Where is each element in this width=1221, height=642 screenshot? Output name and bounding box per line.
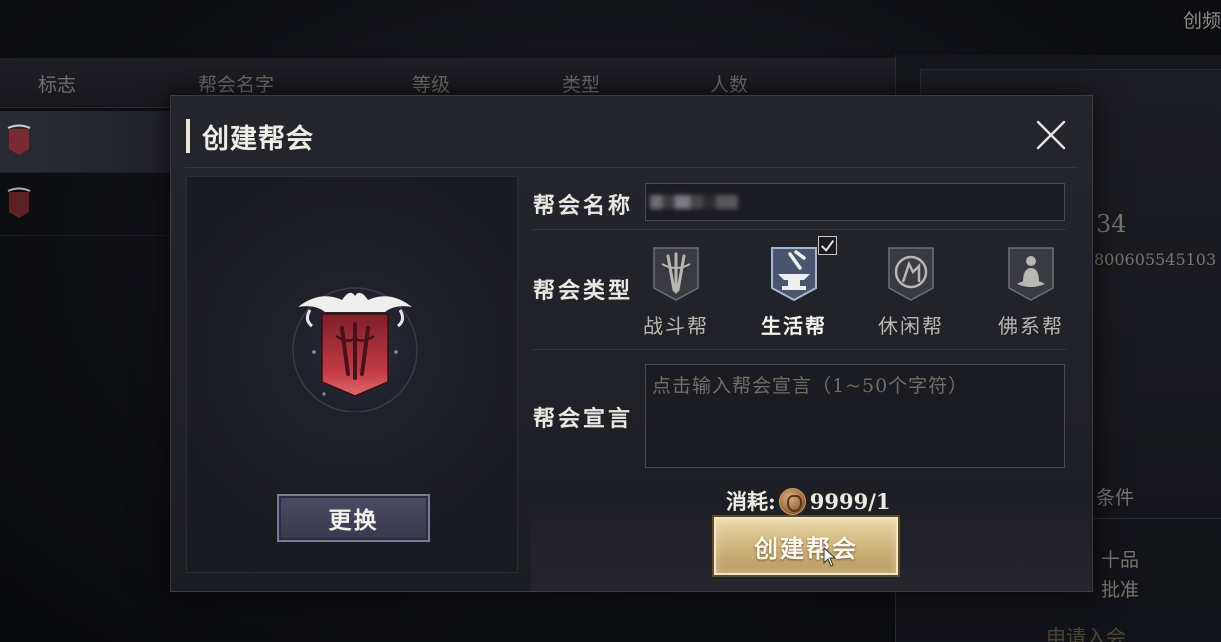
game-screen: 创频 标志 帮会名字 等级 类型 人数 34 800605545103 条件 十…: [0, 0, 1221, 642]
checkmark-icon: [818, 236, 837, 255]
bg-detail-number: 34: [1096, 210, 1127, 238]
bg-col-emblem: 标志: [38, 74, 77, 96]
create-guild-label: 创建帮会: [754, 533, 858, 563]
guild-type-label: 帮会类型: [533, 278, 634, 304]
type-label-buddhist: 佛系帮: [998, 314, 1064, 338]
bg-col-type: 类型: [562, 74, 601, 96]
declaration-label: 帮会宣言: [533, 406, 634, 432]
bg-detail-condition: 条件: [1096, 487, 1135, 509]
declaration-input[interactable]: 点击输入帮会宣言（1~50个字符）: [645, 364, 1065, 468]
create-guild-dialog: 创建帮会 更换 帮会名称 帮会类型 战斗帮 生活帮 休闲帮 佛系帮 帮会宣言 点…: [170, 95, 1093, 592]
dialog-title: 创建帮会: [202, 123, 314, 155]
anvil-icon: [771, 247, 817, 302]
guild-emblem-icon: [7, 187, 31, 218]
bg-detail-grade: 十品: [1101, 549, 1140, 571]
type-label-life: 生活帮: [761, 314, 827, 338]
blurred-name-text: [650, 195, 738, 209]
swords-icon: [653, 247, 699, 301]
close-icon[interactable]: [1034, 118, 1068, 152]
bg-col-members: 人数: [710, 74, 749, 96]
guild-emblem-icon: [7, 124, 31, 155]
swap-emblem-button[interactable]: 更换: [277, 494, 430, 542]
bg-col-level: 等级: [412, 74, 451, 96]
bg-guild-row[interactable]: [0, 111, 170, 173]
emblem-preview-panel: 更换: [186, 176, 518, 573]
type-label-combat: 战斗帮: [643, 314, 709, 338]
bg-detail-approve: 批准: [1101, 579, 1140, 601]
cursor-icon: [823, 547, 837, 567]
title-divider: [185, 167, 1078, 168]
dialog-header: 创建帮会: [186, 116, 314, 156]
declaration-placeholder: 点击输入帮会宣言（1~50个字符）: [652, 375, 969, 397]
bg-col-name: 帮会名字: [198, 74, 275, 96]
type-option-leisure[interactable]: 休闲帮: [871, 244, 951, 344]
type-option-life[interactable]: 生活帮: [754, 236, 837, 344]
type-option-combat[interactable]: 战斗帮: [636, 244, 716, 344]
title-accent-bar: [186, 119, 190, 153]
swap-emblem-label: 更换: [328, 507, 379, 534]
bg-apply-button[interactable]: 申请入会: [1046, 621, 1126, 642]
type-label-leisure: 休闲帮: [878, 314, 944, 338]
bg-detail-id: 800605545103: [1094, 250, 1217, 269]
leisure-icon: [888, 247, 934, 301]
type-option-buddhist[interactable]: 佛系帮: [991, 244, 1071, 344]
guild-name-input[interactable]: [645, 183, 1065, 221]
guild-name-label: 帮会名称: [533, 193, 634, 219]
meditation-icon: [1008, 247, 1054, 301]
guild-emblem-icon: [292, 287, 418, 412]
bg-guild-row[interactable]: [0, 174, 170, 236]
bg-create-tab: 创频: [1182, 10, 1221, 32]
create-guild-button[interactable]: 创建帮会: [714, 517, 898, 575]
